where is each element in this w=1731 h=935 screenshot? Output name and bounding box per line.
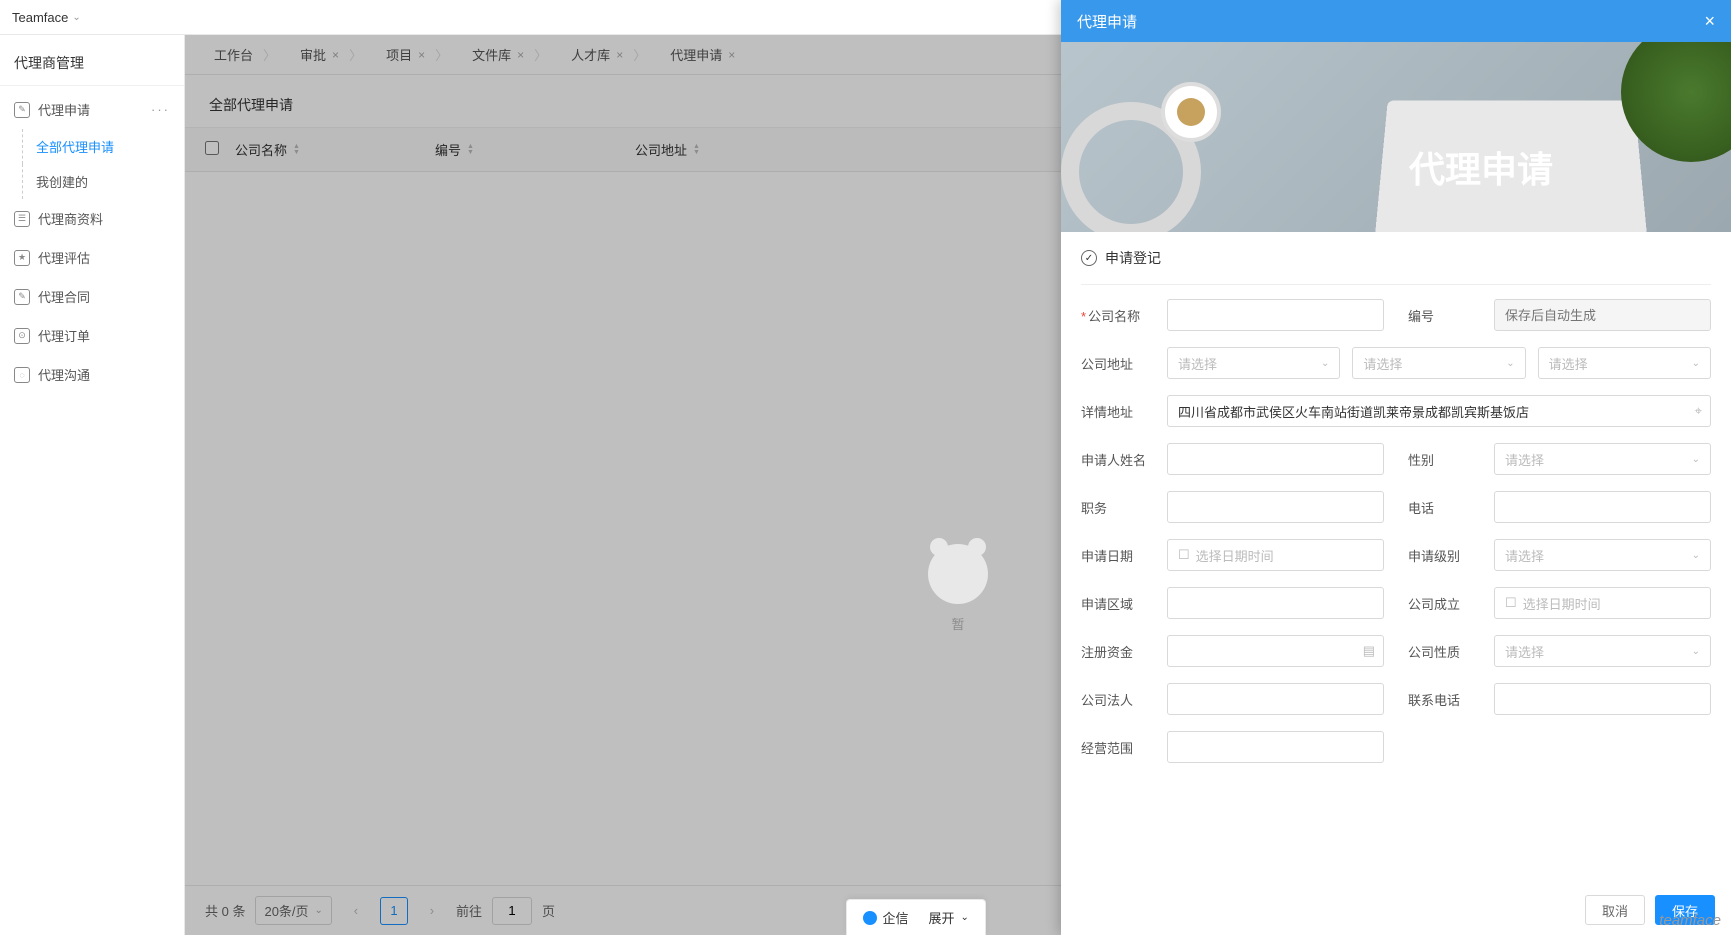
number-input [1494,299,1711,331]
panel-body: 代理申请 ✓ 申请登记 *公司名称 编号 公司地址 [1061,42,1731,935]
phone-input[interactable] [1494,491,1711,523]
apply-area-input[interactable] [1167,587,1384,619]
label-contact-phone: 联系电话 [1408,690,1494,709]
contact-phone-input[interactable] [1494,683,1711,715]
section-title: 申请登记 [1105,248,1161,268]
label-apply-area: 申请区域 [1081,594,1167,613]
province-select[interactable]: 请选择⌄ [1167,347,1340,379]
label-reg-capital: 注册资金 [1081,642,1167,661]
label-address: 公司地址 [1081,354,1167,373]
calendar-icon: ☐ [1505,595,1517,611]
sidebar: 代理商管理 ✎ 代理申请 ··· 全部代理申请 我创建的 ☰ 代理商资料 ★ 代… [0,35,185,935]
label-company-founded: 公司成立 [1408,594,1494,613]
brand-name[interactable]: Teamface [12,10,68,25]
legal-person-input[interactable] [1167,683,1384,715]
empty-icon [928,544,988,604]
doc-icon: ★ [14,250,30,266]
apply-level-select[interactable]: 请选择⌄ [1494,539,1711,571]
chevron-down-icon: ⌄ [961,912,969,923]
sidebar-item-profile[interactable]: ☰ 代理商资料 [0,199,184,238]
label-position: 职务 [1081,498,1167,517]
chevron-down-icon: ⌄ [1692,358,1700,369]
sidebar-item-evaluate[interactable]: ★ 代理评估 [0,238,184,277]
brand-footer: teamface [1659,912,1721,929]
doc-icon: ✎ [14,289,30,305]
section-header: ✓ 申请登记 [1061,232,1731,278]
chevron-down-icon: ⌄ [1692,550,1700,561]
district-select[interactable]: 请选择⌄ [1538,347,1711,379]
panel-header: 代理申请 × [1061,0,1731,42]
sidebar-title: 代理商管理 [0,35,184,86]
label-applicant: 申请人姓名 [1081,450,1167,469]
label-company: 公司名称 [1088,309,1140,324]
apply-date-input[interactable]: ☐ 选择日期时间 [1167,539,1384,571]
chevron-down-icon[interactable]: ⌄ [72,12,80,23]
sidebar-item-label: 代理订单 [38,326,90,345]
close-icon[interactable]: × [1704,11,1715,32]
number-icon: ▤ [1363,643,1375,659]
label-legal-person: 公司法人 [1081,690,1167,709]
sidebar-nav: ✎ 代理申请 ··· 全部代理申请 我创建的 ☰ 代理商资料 ★ 代理评估 ✎ … [0,86,184,935]
location-icon[interactable]: ⌖ [1695,403,1702,419]
gender-select[interactable]: 请选择⌄ [1494,443,1711,475]
position-input[interactable] [1167,491,1384,523]
doc-icon: ◌ [14,367,30,383]
label-number: 编号 [1408,306,1494,325]
company-nature-select[interactable]: 请选择⌄ [1494,635,1711,667]
sidebar-item-label: 代理沟通 [38,365,90,384]
chevron-down-icon: ⌄ [1506,358,1514,369]
chevron-down-icon: ⌄ [1692,646,1700,657]
sidebar-item-order[interactable]: ⊙ 代理订单 [0,316,184,355]
chat-icon [863,911,877,925]
label-biz-scope: 经营范围 [1081,738,1167,757]
qixin-button[interactable]: 企信 [863,908,909,927]
form: *公司名称 编号 公司地址 请选择⌄ 请选择⌄ 请选择⌄ [1061,285,1731,793]
sidebar-item-label: 代理评估 [38,248,90,267]
cancel-button[interactable]: 取消 [1585,895,1645,925]
company-founded-input[interactable]: ☐ 选择日期时间 [1494,587,1711,619]
expand-button[interactable]: 展开 ⌄ [929,908,969,927]
label-apply-level: 申请级别 [1408,546,1494,565]
more-icon[interactable]: ··· [151,102,170,117]
label-detail-addr: 详情地址 [1081,402,1167,421]
applicant-input[interactable] [1167,443,1384,475]
sidebar-item-communicate[interactable]: ◌ 代理沟通 [0,355,184,394]
panel-title: 代理申请 [1077,11,1137,32]
chevron-down-icon: ⌄ [1321,358,1329,369]
label-gender: 性别 [1408,450,1494,469]
calendar-icon: ☐ [1178,547,1190,563]
biz-scope-input[interactable] [1167,731,1384,763]
sidebar-item-apply[interactable]: ✎ 代理申请 ··· [0,90,184,129]
doc-icon: ✎ [14,102,30,118]
sidebar-item-label: 代理商资料 [38,209,103,228]
label-phone: 电话 [1408,498,1494,517]
doc-icon: ☰ [14,211,30,227]
doc-icon: ⊙ [14,328,30,344]
sidebar-item-contract[interactable]: ✎ 代理合同 [0,277,184,316]
label-company-nature: 公司性质 [1408,642,1494,661]
detail-panel: 代理申请 × 代理申请 ✓ 申请登记 *公司名称 编号 [1061,0,1731,935]
company-name-input[interactable] [1167,299,1384,331]
city-select[interactable]: 请选择⌄ [1352,347,1525,379]
detail-address-input[interactable]: 四川省成都市武侯区火车南站街道凯莱帝景成都凯宾斯基饭店 ⌖ [1167,395,1711,427]
label-apply-date: 申请日期 [1081,546,1167,565]
chat-bar: 企信 展开 ⌄ [846,899,986,935]
sidebar-item-label: 代理合同 [38,287,90,306]
chevron-down-icon: ⌄ [1692,454,1700,465]
sidebar-sub-mine[interactable]: 我创建的 [0,164,184,199]
reg-capital-input[interactable]: ▤ [1167,635,1384,667]
banner: 代理申请 [1061,42,1731,232]
check-icon: ✓ [1081,250,1097,266]
sidebar-sub-all[interactable]: 全部代理申请 [0,129,184,164]
banner-title: 代理申请 [1409,141,1553,193]
sidebar-item-label: 代理申请 [38,100,90,119]
